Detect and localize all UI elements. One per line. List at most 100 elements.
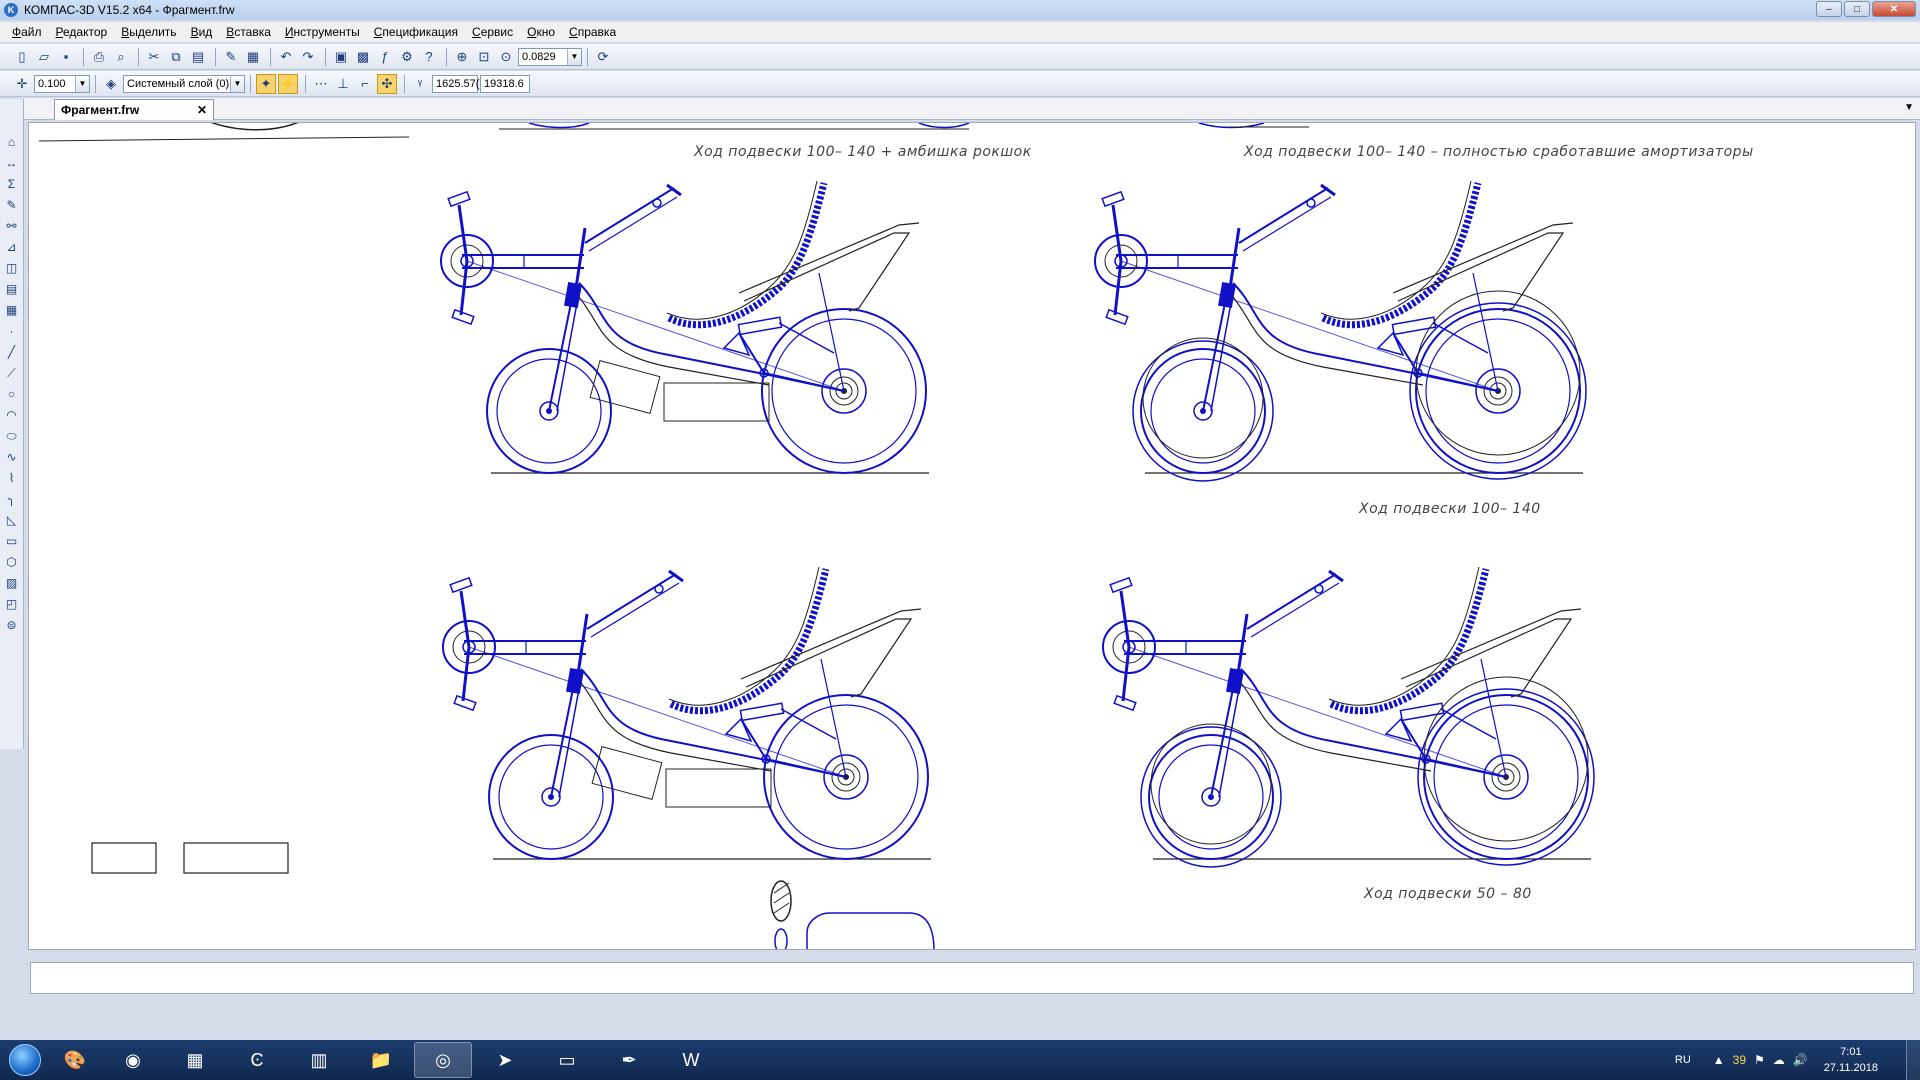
geometry-icon[interactable]: ⌂: [3, 133, 21, 151]
round-icon[interactable]: ⌐: [355, 74, 375, 94]
paste-icon[interactable]: ▤: [188, 47, 208, 67]
kompas-icon[interactable]: ◎: [414, 1042, 472, 1078]
ccleaner-icon[interactable]: Ͼ: [228, 1042, 286, 1078]
circle-icon[interactable]: ○: [3, 385, 21, 403]
menu-help[interactable]: Справка: [569, 25, 616, 39]
copy-icon[interactable]: ⧉: [166, 47, 186, 67]
acrobat-icon[interactable]: ✒: [600, 1042, 658, 1078]
zoom-icon[interactable]: ⊙: [496, 47, 516, 67]
spline-icon[interactable]: ∿: [3, 448, 21, 466]
symbols-icon[interactable]: Σ: [3, 175, 21, 193]
snap-icon[interactable]: ✦: [256, 73, 276, 94]
parametrization-icon[interactable]: ⚯: [3, 217, 21, 235]
cut-icon[interactable]: ✂: [144, 47, 164, 67]
measure-icon[interactable]: ⊿: [3, 238, 21, 256]
close-button[interactable]: ✕: [1872, 1, 1916, 17]
network-icon[interactable]: ☁: [1773, 1053, 1785, 1067]
measure-icon[interactable]: ⚙: [397, 47, 417, 67]
rectangle-icon[interactable]: ▭: [3, 532, 21, 550]
table-icon[interactable]: ▦: [243, 47, 263, 67]
flag-icon[interactable]: ⚑: [1754, 1053, 1765, 1067]
tab-menu-icon[interactable]: ▼: [1904, 102, 1914, 113]
start-button[interactable]: [0, 1040, 50, 1080]
equidistant-icon[interactable]: ⊜: [3, 616, 21, 634]
preview-icon[interactable]: ⌕: [111, 47, 131, 67]
line-icon[interactable]: ╱: [3, 343, 21, 361]
command-line[interactable]: [30, 962, 1914, 994]
telegram-icon[interactable]: ➤: [476, 1042, 534, 1078]
tab-fragment[interactable]: Фрагмент.frw ✕: [54, 99, 214, 120]
paint-icon[interactable]: 🎨: [50, 1042, 100, 1078]
dimensions-icon[interactable]: ↔: [3, 154, 21, 172]
drawing-canvas[interactable]: Ход подвески 100– 140 + амбишка рокшок Х…: [28, 122, 1916, 950]
save-icon[interactable]: ▪: [56, 47, 76, 67]
calculator-icon[interactable]: ▦: [166, 1042, 224, 1078]
maximize-button[interactable]: □: [1844, 1, 1870, 17]
menu-insert[interactable]: Вставка: [226, 25, 271, 39]
menu-edit[interactable]: Редактор: [56, 25, 108, 39]
ellipse-icon[interactable]: ⬭: [3, 427, 21, 445]
hatch-icon[interactable]: ▨: [3, 574, 21, 592]
grid-icon[interactable]: ⋯: [311, 74, 331, 94]
step-icon[interactable]: ✛: [12, 74, 32, 94]
volume-icon[interactable]: 🔊: [1793, 1053, 1808, 1067]
help-icon[interactable]: ?: [419, 47, 439, 67]
menu-view[interactable]: Вид: [191, 25, 213, 39]
notify-count[interactable]: 39: [1733, 1053, 1746, 1067]
word-icon[interactable]: W: [662, 1042, 720, 1078]
report-icon[interactable]: ▦: [3, 301, 21, 319]
menu-service[interactable]: Сервис: [472, 25, 513, 39]
contour-icon[interactable]: ◰: [3, 595, 21, 613]
polygon-icon[interactable]: ⬡: [3, 553, 21, 571]
spec-icon[interactable]: ▤: [3, 280, 21, 298]
redo-icon[interactable]: ↷: [298, 47, 318, 67]
new-icon[interactable]: ▯: [12, 47, 32, 67]
undo-icon[interactable]: ↶: [276, 47, 296, 67]
toolbar-separator: [270, 47, 271, 66]
variables-icon[interactable]: ƒ: [375, 47, 395, 67]
winrar-icon[interactable]: ▥: [290, 1042, 348, 1078]
menu-window[interactable]: Окно: [527, 25, 555, 39]
manager-icon[interactable]: ▣: [331, 47, 351, 67]
menu-tools[interactable]: Инструменты: [285, 25, 360, 39]
remote-icon[interactable]: ▭: [538, 1042, 596, 1078]
zoom-window-icon[interactable]: ⊕: [452, 47, 472, 67]
zoom-combo[interactable]: 0.0829 ▼: [518, 47, 582, 66]
chamfer-icon[interactable]: ◺: [3, 511, 21, 529]
local-snap-icon[interactable]: ⚡: [278, 73, 298, 94]
minimize-button[interactable]: –: [1816, 1, 1842, 17]
zoom-fit-icon[interactable]: ⊡: [474, 47, 494, 67]
refresh-icon[interactable]: ⟳: [593, 47, 613, 67]
print-icon[interactable]: ⎙: [89, 47, 109, 67]
language-indicator[interactable]: RU: [1675, 1054, 1691, 1066]
library-icon[interactable]: ▩: [353, 47, 373, 67]
show-desktop-button[interactable]: [1906, 1040, 1920, 1080]
menu-file[interactable]: Файл: [12, 25, 42, 39]
step-combo[interactable]: 0.100 ▼: [34, 74, 90, 93]
clock[interactable]: 7:01 27.11.2018: [1824, 1044, 1878, 1076]
properties-icon[interactable]: ✎: [221, 47, 241, 67]
layer-icon[interactable]: ◈: [101, 74, 121, 94]
layer-combo[interactable]: Системный слой (0) ▼: [123, 74, 245, 93]
chrome-icon[interactable]: ◉: [104, 1042, 162, 1078]
edit-icon[interactable]: ✎: [3, 196, 21, 214]
chevron-down-icon[interactable]: ▼: [75, 75, 89, 92]
close-tab-icon[interactable]: ✕: [197, 103, 207, 117]
select-icon[interactable]: ◫: [3, 259, 21, 277]
menu-specification[interactable]: Спецификация: [374, 25, 458, 39]
coord-y-field[interactable]: 19318.6: [480, 74, 530, 93]
polyline-icon[interactable]: ⌇: [3, 469, 21, 487]
open-icon[interactable]: ▱: [34, 47, 54, 67]
chevron-down-icon[interactable]: ▼: [230, 75, 244, 92]
point-icon[interactable]: ·: [3, 322, 21, 340]
menu-select[interactable]: Выделить: [121, 25, 176, 39]
segment-icon[interactable]: ⟋: [3, 364, 21, 382]
arc-icon[interactable]: ◠: [3, 406, 21, 424]
coord-x-field[interactable]: 1625.57(: [432, 74, 479, 93]
tray-expand-icon[interactable]: ▲: [1713, 1053, 1725, 1067]
chevron-down-icon[interactable]: ▼: [567, 48, 581, 65]
fillet-icon[interactable]: ╮: [3, 490, 21, 508]
ortho-icon[interactable]: ⊥: [333, 74, 353, 94]
parametric-icon[interactable]: ✣: [377, 73, 397, 94]
explorer-icon[interactable]: 📁: [352, 1042, 410, 1078]
